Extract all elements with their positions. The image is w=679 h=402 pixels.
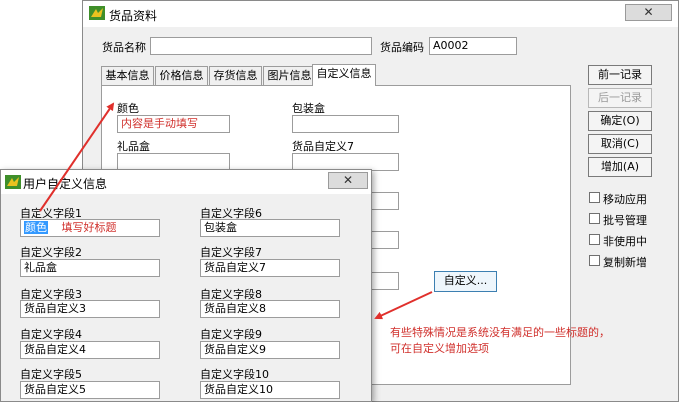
giftbox-field-label: 礼品盒 <box>117 140 150 153</box>
main-window-title: 货品资料 <box>109 9 158 23</box>
prev-record-button[interactable]: 前一记录 <box>588 65 652 85</box>
custom-field-8-input[interactable]: 货品自定义8 <box>200 300 340 318</box>
close-icon: ✕ <box>342 173 354 187</box>
custom-field-1-selected-text: 颜色 <box>24 221 48 234</box>
tab-basic-info[interactable]: 基本信息 <box>101 66 154 85</box>
custom-field-4-label: 自定义字段4 <box>20 328 82 341</box>
main-titlebar: 货品资料 ✕ <box>83 1 678 27</box>
batch-manage-label: 批号管理 <box>603 214 647 227</box>
package-field-label: 包装盒 <box>292 102 325 115</box>
custom-field-4-input[interactable]: 货品自定义4 <box>20 341 160 359</box>
app-logo-icon <box>5 175 21 189</box>
color-field-label: 颜色 <box>117 102 139 115</box>
tab-price-info[interactable]: 价格信息 <box>155 66 208 85</box>
custom-field-10-label: 自定义字段10 <box>200 368 269 381</box>
tab-image-info[interactable]: 图片信息 <box>263 66 316 85</box>
mobile-app-checkbox[interactable] <box>589 192 600 203</box>
tab-stock-info[interactable]: 存货信息 <box>209 66 262 85</box>
copy-add-checkbox[interactable] <box>589 255 600 266</box>
close-icon: ✕ <box>643 5 654 19</box>
custom-field-7-input[interactable]: 货品自定义7 <box>200 259 340 277</box>
custom-field-1-input[interactable]: 颜色 填写好标题 <box>20 219 160 237</box>
batch-manage-checkbox[interactable] <box>589 213 600 224</box>
color-field-input[interactable]: 内容是手动填写 <box>117 115 230 133</box>
custom-field-7-label: 自定义字段7 <box>200 246 262 259</box>
name-input[interactable] <box>150 37 372 55</box>
custom-field-9-label: 自定义字段9 <box>200 328 262 341</box>
not-in-use-checkbox[interactable] <box>589 234 600 245</box>
package-field-input[interactable] <box>292 115 399 133</box>
mobile-app-label: 移动应用 <box>603 193 647 206</box>
dialog-titlebar: 用户自定义信息 ✕ <box>1 170 371 194</box>
cancel-button[interactable]: 取消(C) <box>588 134 652 154</box>
custom-field-5-input[interactable]: 货品自定义5 <box>20 381 160 399</box>
add-button[interactable]: 增加(A) <box>588 157 652 177</box>
custom-field-6-input[interactable]: 包装盒 <box>200 219 340 237</box>
annotation-line-2: 可在自定义增加选项 <box>390 342 489 355</box>
annotation-line-1: 有些特殊情况是系统没有满足的一些标题的， <box>390 326 610 339</box>
tab-custom-info[interactable]: 自定义信息 <box>312 64 376 86</box>
code-input[interactable]: A0002 <box>429 37 517 55</box>
custom-field-2-input[interactable]: 礼品盒 <box>20 259 160 277</box>
not-in-use-label: 非使用中 <box>603 235 647 248</box>
custom7-field-label: 货品自定义7 <box>292 140 354 153</box>
dialog-title: 用户自定义信息 <box>23 177 108 191</box>
dialog-close-button[interactable]: ✕ <box>328 172 368 189</box>
custom-field-2-label: 自定义字段2 <box>20 246 82 259</box>
ok-button[interactable]: 确定(O) <box>588 111 652 131</box>
app-logo-icon <box>89 6 105 20</box>
name-label: 货品名称 <box>102 41 146 54</box>
code-label: 货品编码 <box>380 41 424 54</box>
custom-field-3-input[interactable]: 货品自定义3 <box>20 300 160 318</box>
custom-field-9-input[interactable]: 货品自定义9 <box>200 341 340 359</box>
custom-define-button[interactable]: 自定义... <box>434 271 497 292</box>
copy-add-label: 复制新增 <box>603 256 647 269</box>
custom-field-1-hint: 填写好标题 <box>61 221 117 234</box>
close-button[interactable]: ✕ <box>625 4 672 21</box>
custom-field-10-input[interactable]: 货品自定义10 <box>200 381 340 399</box>
next-record-button[interactable]: 后一记录 <box>588 88 652 108</box>
custom-field-5-label: 自定义字段5 <box>20 368 82 381</box>
